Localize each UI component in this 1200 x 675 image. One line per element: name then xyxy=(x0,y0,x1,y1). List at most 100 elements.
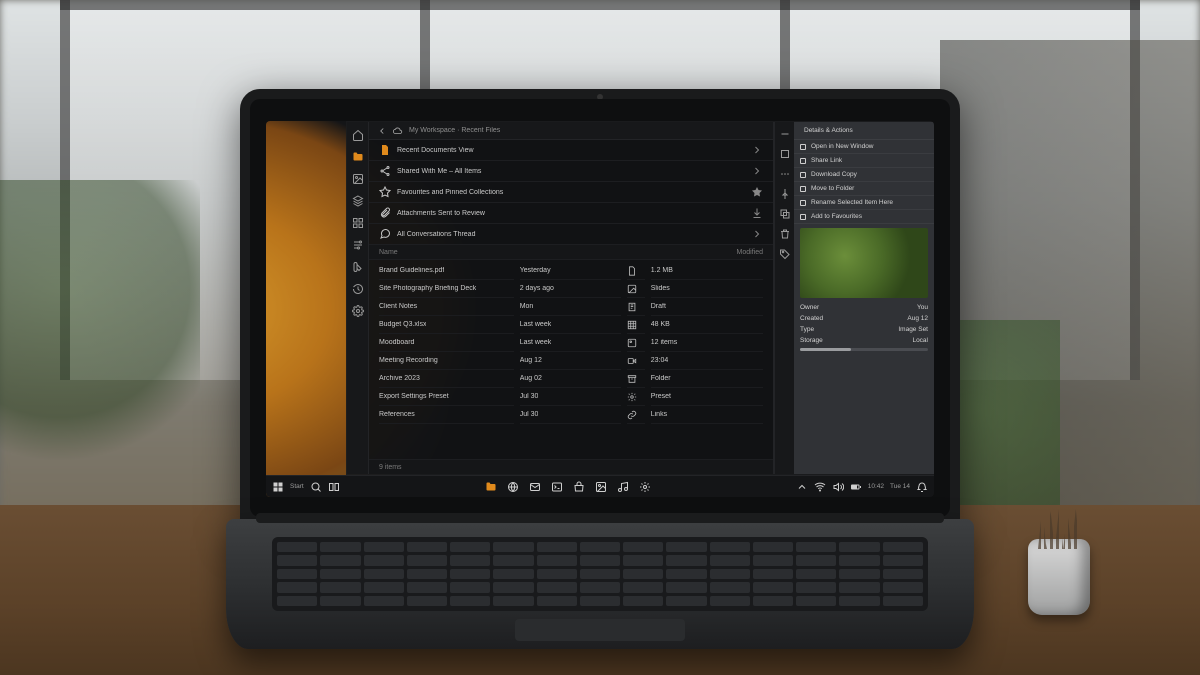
clock[interactable]: 10:42 xyxy=(868,483,884,490)
star-icon[interactable] xyxy=(751,186,763,198)
details-actions: Open in New Window Share Link Download C… xyxy=(794,140,934,224)
checkbox-icon[interactable] xyxy=(800,186,806,192)
pinned-app-music-icon[interactable] xyxy=(617,481,629,493)
file-grid: Brand Guidelines.pdf Yesterday 1.2 MB Si… xyxy=(369,260,773,459)
laptop-hinge xyxy=(256,513,944,523)
desktop-area[interactable] xyxy=(266,121,346,475)
notifications-icon[interactable] xyxy=(916,481,928,493)
chat-icon xyxy=(379,228,391,240)
table-icon xyxy=(627,316,645,334)
list-item[interactable]: Favourites and Pinned Collections xyxy=(369,182,773,203)
file-meta: Folder xyxy=(651,370,763,388)
table-row[interactable]: Brand Guidelines.pdf xyxy=(379,262,514,280)
table-row[interactable]: Meeting Recording xyxy=(379,352,514,370)
file-modified: Aug 12 xyxy=(520,352,621,370)
grid-footer: 9 items xyxy=(369,459,773,474)
pinned-app-terminal-icon[interactable] xyxy=(551,481,563,493)
list-item[interactable]: All Conversations Thread xyxy=(369,224,773,245)
tray-chevron-icon[interactable] xyxy=(796,481,808,493)
preview-thumbnail[interactable] xyxy=(800,228,928,298)
panel-action[interactable]: Rename Selected Item Here xyxy=(794,196,934,210)
grid-icon[interactable] xyxy=(351,216,365,230)
checkbox-icon[interactable] xyxy=(800,200,806,206)
more-icon[interactable] xyxy=(779,168,791,180)
volume-icon[interactable] xyxy=(832,481,844,493)
chevron-right-icon[interactable] xyxy=(751,144,763,156)
table-row[interactable]: Archive 2023 xyxy=(379,370,514,388)
date[interactable]: Tue 14 xyxy=(890,483,910,490)
note-icon xyxy=(627,298,645,316)
table-row[interactable]: References xyxy=(379,406,514,424)
swatch-icon[interactable] xyxy=(351,260,365,274)
panel-action[interactable]: Move to Folder xyxy=(794,182,934,196)
battery-icon[interactable] xyxy=(850,481,862,493)
maximize-icon[interactable] xyxy=(779,148,791,160)
image-icon[interactable] xyxy=(351,172,365,186)
pin-icon[interactable] xyxy=(779,188,791,200)
checkbox-icon[interactable] xyxy=(800,158,806,164)
trash-icon[interactable] xyxy=(779,228,791,240)
file-meta: 23:04 xyxy=(651,352,763,370)
start-label[interactable]: Start xyxy=(290,483,304,490)
file-modified: Yesterday xyxy=(520,262,621,280)
paperclip-icon xyxy=(379,207,391,219)
home-icon[interactable] xyxy=(351,128,365,142)
task-view-icon[interactable] xyxy=(328,481,340,493)
chevron-right-icon[interactable] xyxy=(751,165,763,177)
search-icon[interactable] xyxy=(310,481,322,493)
pinned-app-mail-icon[interactable] xyxy=(529,481,541,493)
folder-icon[interactable] xyxy=(351,150,365,164)
details-meta: OwnerYou CreatedAug 12 TypeImage Set Sto… xyxy=(794,302,934,353)
breadcrumb[interactable]: My Workspace · Recent Files xyxy=(409,127,500,134)
share-icon xyxy=(379,165,391,177)
laptop: My Workspace · Recent Files Recent Docum… xyxy=(240,89,960,649)
pinned-app-photos-icon[interactable] xyxy=(595,481,607,493)
start-icon[interactable] xyxy=(272,481,284,493)
file-name: Budget Q3.xlsx xyxy=(379,321,426,328)
meta-row: StorageLocal xyxy=(794,335,934,346)
settings-icon[interactable] xyxy=(351,304,365,318)
file-modified: Jul 30 xyxy=(520,406,621,424)
adjust-icon[interactable] xyxy=(351,238,365,252)
download-icon[interactable] xyxy=(751,207,763,219)
table-row[interactable]: Site Photography Briefing Deck xyxy=(379,280,514,298)
pinned-app-store-icon[interactable] xyxy=(573,481,585,493)
list-item[interactable]: Shared With Me – All Items xyxy=(369,161,773,182)
table-row[interactable]: Export Settings Preset xyxy=(379,388,514,406)
copy-icon[interactable] xyxy=(779,208,791,220)
col-modified[interactable]: Modified xyxy=(737,249,763,256)
back-icon[interactable] xyxy=(377,126,387,136)
file-name: Site Photography Briefing Deck xyxy=(379,285,476,292)
storage-bar xyxy=(794,346,934,353)
file-modified: Aug 02 xyxy=(520,370,621,388)
laptop-base xyxy=(226,519,974,649)
layers-icon[interactable] xyxy=(351,194,365,208)
panel-action[interactable]: Share Link xyxy=(794,154,934,168)
minimize-icon[interactable] xyxy=(779,128,791,140)
pinned-app-browser-icon[interactable] xyxy=(507,481,519,493)
panel-action[interactable]: Download Copy xyxy=(794,168,934,182)
column-headers: Name Modified xyxy=(369,245,773,260)
document-icon xyxy=(379,144,391,156)
panel-action[interactable]: Open in New Window xyxy=(794,140,934,154)
chevron-right-icon[interactable] xyxy=(751,228,763,240)
table-row[interactable]: Budget Q3.xlsx xyxy=(379,316,514,334)
file-name: References xyxy=(379,411,415,418)
wifi-icon[interactable] xyxy=(814,481,826,493)
col-name[interactable]: Name xyxy=(379,249,398,256)
checkbox-icon[interactable] xyxy=(800,214,806,220)
checkbox-icon[interactable] xyxy=(800,144,806,150)
file-name: Moodboard xyxy=(379,339,414,346)
tag-icon[interactable] xyxy=(779,248,791,260)
star-icon xyxy=(379,186,391,198)
table-row[interactable]: Moodboard xyxy=(379,334,514,352)
list-item[interactable]: Attachments Sent to Review xyxy=(369,203,773,224)
pinned-app-explorer-icon[interactable] xyxy=(485,481,497,493)
list-item-label: Attachments Sent to Review xyxy=(397,210,745,217)
checkbox-icon[interactable] xyxy=(800,172,806,178)
panel-action[interactable]: Add to Favourites xyxy=(794,210,934,224)
pinned-app-settings-icon[interactable] xyxy=(639,481,651,493)
list-item[interactable]: Recent Documents View xyxy=(369,140,773,161)
table-row[interactable]: Client Notes xyxy=(379,298,514,316)
history-icon[interactable] xyxy=(351,282,365,296)
